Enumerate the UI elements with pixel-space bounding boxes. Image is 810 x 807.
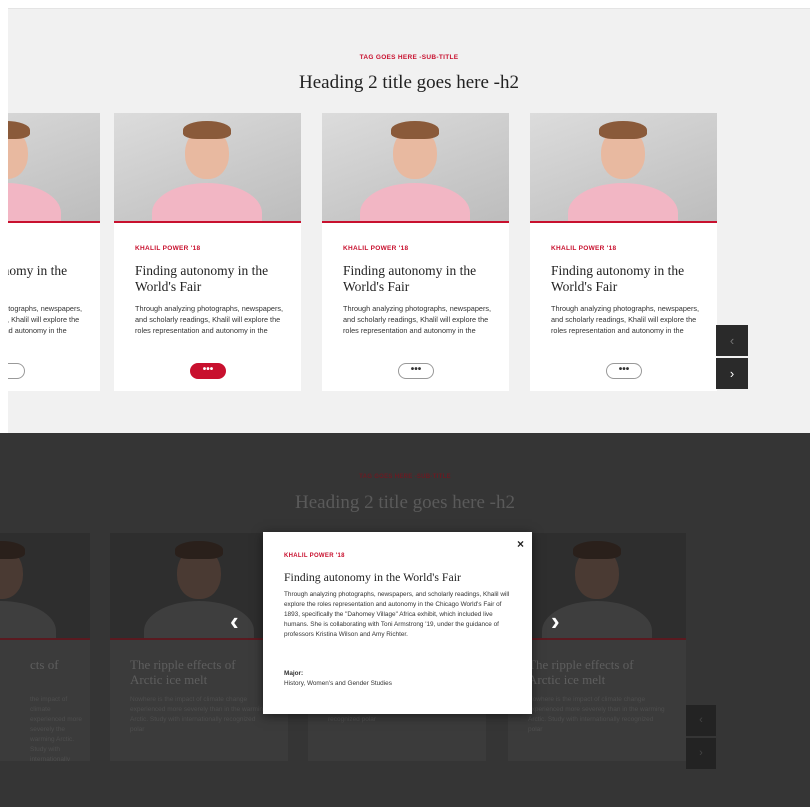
card-title: Finding autonomy in the World's Fair xyxy=(343,263,477,294)
modal-title: Finding autonomy in the World's Fair xyxy=(284,570,461,584)
card-title: Finding autonomy in the World's Fair xyxy=(551,263,685,294)
card-description: the impact of climate experienced more s… xyxy=(30,696,83,761)
carousel-next-button[interactable]: › xyxy=(716,358,748,389)
profile-photo xyxy=(0,533,90,640)
more-button[interactable]: ••• xyxy=(398,363,434,379)
profile-modal: × KHALIL POWER '18 Finding autonomy in t… xyxy=(263,532,532,714)
carousel-next-button[interactable]: › xyxy=(686,738,716,769)
section-heading: Heading 2 title goes here -h2 xyxy=(298,72,519,93)
modal-prev-chevron-icon[interactable]: ‹ xyxy=(230,608,239,634)
card-byline: KHALIL POWER '18 xyxy=(343,245,409,252)
profile-card[interactable]: KHALIL POWER '18 Finding autonomy in the… xyxy=(530,113,717,391)
card-title: Finding autonomy in the xyxy=(8,263,68,278)
section-subtitle: TAG GOES HERE -SUB-TITLE xyxy=(359,474,451,480)
card-byline: KHALIL POWER '18 xyxy=(135,245,201,252)
profile-photo xyxy=(110,533,288,640)
profile-photo xyxy=(8,113,100,223)
card-title: Finding autonomy in the World's Fair xyxy=(135,263,269,294)
carousel-section: TAG GOES HERE -SUB-TITLE Heading 2 title… xyxy=(8,8,810,434)
major-value: History, Women's and Gender Studies xyxy=(284,680,392,687)
section-subtitle: TAG GOES HERE -SUB-TITLE xyxy=(359,54,459,61)
profile-card[interactable]: KHALIL POWER '18 Finding autonomy in the… xyxy=(114,113,301,391)
carousel-prev-button[interactable]: ‹ xyxy=(716,325,748,356)
modal-byline: KHALIL POWER '18 xyxy=(284,553,345,559)
carousel-prev-button[interactable]: ‹ xyxy=(686,705,716,736)
modal-next-chevron-icon[interactable]: › xyxy=(551,608,560,634)
profile-card[interactable]: Finding autonomy in the Through analyzin… xyxy=(8,113,100,391)
dimmed-card: The ripple effects of Arctic ice melt No… xyxy=(110,533,288,761)
modal-description: Through analyzing photographs, newspaper… xyxy=(284,591,510,638)
more-button[interactable]: ••• xyxy=(190,363,226,379)
profile-photo xyxy=(530,113,717,223)
card-description: Nowhere is the impact of climate change … xyxy=(528,696,665,733)
card-description: Nowhere is the impact of climate change … xyxy=(130,696,267,733)
card-title: The ripple effects of Arctic ice melt xyxy=(130,657,236,687)
profile-photo xyxy=(322,113,509,223)
card-byline: KHALIL POWER '18 xyxy=(551,245,617,252)
profile-card[interactable]: KHALIL POWER '18 Finding autonomy in the… xyxy=(322,113,509,391)
section-heading: Heading 2 title goes here -h2 xyxy=(294,492,515,513)
profile-photo xyxy=(508,533,686,640)
dimmed-card: The ripple effects of Arctic ice melt No… xyxy=(508,533,686,761)
more-button[interactable]: ••• xyxy=(606,363,642,379)
more-button[interactable] xyxy=(8,363,25,379)
card-title: The ripple effects of Arctic ice melt xyxy=(528,657,634,687)
major-label: Major: xyxy=(284,670,304,677)
dimmed-card: cts of the impact of climate experienced… xyxy=(0,533,90,761)
profile-photo xyxy=(114,113,301,223)
card-title: cts of xyxy=(30,657,59,672)
close-icon[interactable]: × xyxy=(517,537,524,551)
